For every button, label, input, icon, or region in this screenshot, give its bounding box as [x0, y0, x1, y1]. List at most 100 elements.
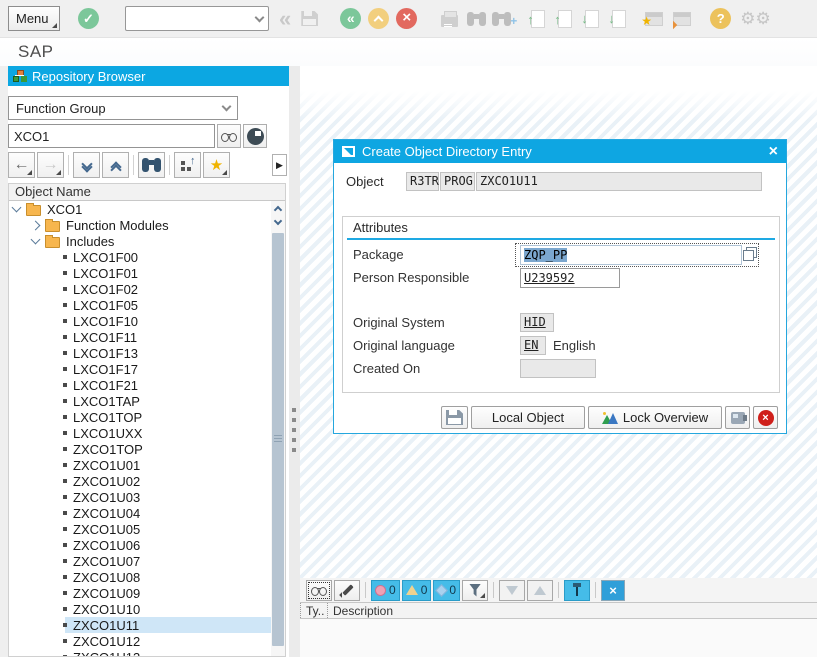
tree-item-zxco1u06[interactable]: ZXCO1U06	[9, 537, 271, 553]
value-help-icon[interactable]	[743, 247, 756, 260]
tree-item-lxco1uxx[interactable]: LXCO1UXX	[9, 425, 271, 441]
history-forward-button[interactable]: →	[37, 152, 64, 178]
person-responsible-label: Person Responsible	[353, 270, 469, 285]
tree-item-lxco1f10[interactable]: LXCO1F10	[9, 313, 271, 329]
separator	[365, 582, 366, 598]
scrollbar-thumb[interactable]	[272, 233, 284, 646]
tree-item-zxco1u11[interactable]: ZXCO1U11	[9, 617, 271, 633]
expand-all-button[interactable]	[73, 152, 100, 178]
tree-item-zxco1u07[interactable]: ZXCO1U07	[9, 553, 271, 569]
cancel-button[interactable]: ×	[396, 8, 417, 29]
toolbar-overflow-button[interactable]: ▶	[272, 154, 287, 176]
tree-column-header[interactable]: Object Name	[9, 184, 285, 201]
refresh-object-button[interactable]	[243, 124, 267, 148]
create-entry-icon	[342, 146, 355, 157]
collapse-all-button[interactable]	[102, 152, 129, 178]
tree-item-zxco1u02[interactable]: ZXCO1U02	[9, 473, 271, 489]
dropdown-corner-icon	[480, 593, 485, 598]
info-filter-button[interactable]: 0	[433, 580, 460, 601]
bullet-icon	[63, 287, 67, 291]
transport-requests-button[interactable]	[725, 406, 750, 429]
favorites-button[interactable]: ★	[203, 152, 230, 178]
next-message-button[interactable]	[499, 580, 525, 601]
person-responsible-input[interactable]: U239592	[520, 268, 620, 288]
back-button[interactable]: «	[340, 8, 361, 29]
created-on-field	[520, 359, 596, 378]
dropdown-corner-icon	[56, 170, 61, 175]
browser-type-select[interactable]: Function Group	[8, 96, 238, 120]
bullet-icon	[63, 607, 67, 611]
cancel-dialog-button[interactable]: ×	[753, 406, 778, 429]
tree-item-lxco1f01[interactable]: LXCO1F01	[9, 265, 271, 281]
tree-item-zxco1u13[interactable]: ZXCO1U13	[9, 649, 271, 656]
display-parent-button[interactable]	[174, 152, 201, 178]
enter-button[interactable]: ✓	[78, 8, 99, 29]
tree-item-zxco1top[interactable]: ZXCO1TOP	[9, 441, 271, 457]
chevron-right-icon[interactable]	[31, 220, 41, 230]
save-button[interactable]	[441, 406, 468, 429]
filter-button[interactable]	[462, 580, 488, 601]
tree-item-lxco1top[interactable]: LXCO1TOP	[9, 409, 271, 425]
tree-item-label: Includes	[66, 234, 114, 249]
scroll-down-button[interactable]	[271, 215, 285, 229]
tree-item-lxco1f13[interactable]: LXCO1F13	[9, 345, 271, 361]
chevron-down-icon	[222, 102, 232, 112]
tree-item-includes[interactable]: Includes	[9, 233, 271, 249]
tree-item-lxco1f11[interactable]: LXCO1F11	[9, 329, 271, 345]
tree-item-zxco1u05[interactable]: ZXCO1U05	[9, 521, 271, 537]
panel-header[interactable]: Repository Browser	[8, 66, 289, 86]
tree-item-lxco1f17[interactable]: LXCO1F17	[9, 361, 271, 377]
tree-item-zxco1u01[interactable]: ZXCO1U01	[9, 457, 271, 473]
tree-item-lxco1f02[interactable]: LXCO1F02	[9, 281, 271, 297]
object-name-input[interactable]	[8, 124, 215, 148]
tree-item-function-modules[interactable]: Function Modules	[9, 217, 271, 233]
display-mode-button[interactable]	[306, 580, 332, 601]
edit-mode-button[interactable]	[334, 580, 360, 601]
tree-item-xco1[interactable]: XCO1	[9, 201, 271, 217]
help-icon: ?	[717, 11, 725, 26]
pin-panel-button[interactable]	[564, 580, 590, 601]
scroll-up-button[interactable]	[271, 201, 285, 215]
errors-filter-button[interactable]: 0	[371, 580, 400, 601]
warnings-filter-button[interactable]: 0	[402, 580, 432, 601]
tree-item-label: LXCO1F01	[73, 266, 138, 281]
package-input[interactable]: ZQP_PP	[520, 245, 742, 265]
chevron-down-icon[interactable]	[31, 235, 41, 245]
history-back-button[interactable]: ←	[8, 152, 35, 178]
error-icon	[375, 585, 386, 596]
tree-item-zxco1u03[interactable]: ZXCO1U03	[9, 489, 271, 505]
description-column-header[interactable]: Description	[328, 603, 817, 618]
tree-scrollbar[interactable]	[271, 201, 285, 656]
exit-button[interactable]	[368, 8, 389, 29]
tree-item-lxco1tap[interactable]: LXCO1TAP	[9, 393, 271, 409]
command-field[interactable]	[125, 6, 269, 31]
tree-item-zxco1u10[interactable]: ZXCO1U10	[9, 601, 271, 617]
help-button[interactable]: ?	[710, 8, 731, 29]
type-column-header[interactable]: Ty..	[300, 603, 328, 618]
tree-item-lxco1f00[interactable]: LXCO1F00	[9, 249, 271, 265]
dialog-close-button[interactable]: ×	[769, 144, 778, 160]
tree-item-zxco1u12[interactable]: ZXCO1U12	[9, 633, 271, 649]
tree-item-zxco1u09[interactable]: ZXCO1U09	[9, 585, 271, 601]
close-panel-button[interactable]: ×	[601, 580, 625, 601]
search-button[interactable]	[138, 152, 165, 178]
local-object-button[interactable]: Local Object	[471, 406, 585, 429]
bullet-icon	[63, 415, 67, 419]
lock-overview-button[interactable]: Lock Overview	[588, 406, 722, 429]
tree-item-lxco1f21[interactable]: LXCO1F21	[9, 377, 271, 393]
tree-item-zxco1u08[interactable]: ZXCO1U08	[9, 569, 271, 585]
dropdown-corner-icon	[52, 23, 57, 28]
menu-button[interactable]: Menu	[8, 6, 60, 31]
chevron-down-icon[interactable]	[255, 12, 265, 22]
previous-message-button[interactable]	[527, 580, 553, 601]
tree-item-zxco1u04[interactable]: ZXCO1U04	[9, 505, 271, 521]
chevron-down-icon[interactable]	[12, 203, 22, 213]
new-session-icon: ★	[645, 12, 663, 26]
display-object-button[interactable]	[217, 124, 241, 148]
object-label: Object	[346, 174, 384, 189]
tree-item-lxco1f05[interactable]: LXCO1F05	[9, 297, 271, 313]
sap-window: Menu ✓ « « × + ↑ ↑ ↓ ↓ ★ ? ⚙⚙	[0, 0, 817, 657]
dialog-titlebar[interactable]: Create Object Directory Entry ×	[334, 140, 786, 163]
panel-splitter[interactable]	[289, 66, 300, 657]
command-input[interactable]	[131, 9, 241, 29]
